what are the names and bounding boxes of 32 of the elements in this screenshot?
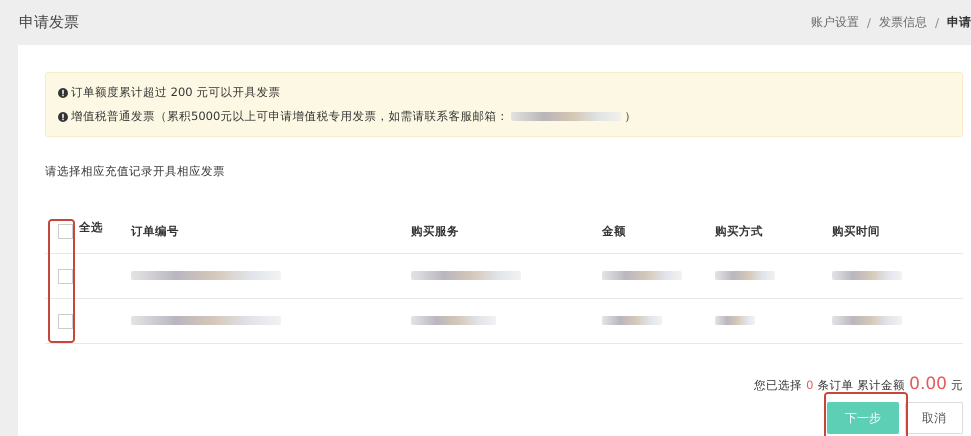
column-header: 金额 [602,224,627,238]
exclamation-icon [58,88,68,98]
column-header: 购买时间 [832,224,881,238]
row-checkbox[interactable] [58,314,73,328]
summary-text: 条订单 累计金额 [817,378,906,393]
breadcrumb-separator: / [866,16,871,30]
redacted-text [715,316,755,325]
exclamation-icon [58,112,68,122]
notice-text: 增值税普通发票（累积5000元以上可申请增值税专用发票，如需请联系客服邮箱： [71,109,508,124]
column-header: 购买方式 [715,224,764,238]
notice-text: 订单额度累计超过 200 元可以开具发票 [71,85,280,100]
breadcrumb-item[interactable]: 账户设置 [810,14,859,31]
total-amount: 0.00 [909,374,947,394]
redacted-text [602,316,662,325]
column-header: 订单编号 [131,224,180,238]
breadcrumb-separator: / [934,16,939,30]
row-checkbox[interactable] [58,268,73,284]
page-title: 申请发票 [19,13,79,32]
breadcrumb-item[interactable]: 发票信息 [878,14,927,31]
column-header: 购买服务 [411,224,460,238]
redacted-text [715,271,775,280]
select-all-checkbox[interactable] [58,224,73,238]
summary-text: 您已选择 [754,378,802,393]
redacted-text [832,316,902,325]
summary-unit: 元 [951,378,963,393]
cancel-button[interactable]: 取消 [905,402,963,434]
instruction-text: 请选择相应充值记录开具相应发票 [45,164,226,179]
notice-text: ） [624,109,636,124]
select-all-label: 全选 [79,220,103,234]
breadcrumb-item: 申请 [947,14,971,31]
selected-count: 0 [806,378,814,392]
redacted-text [832,271,902,280]
